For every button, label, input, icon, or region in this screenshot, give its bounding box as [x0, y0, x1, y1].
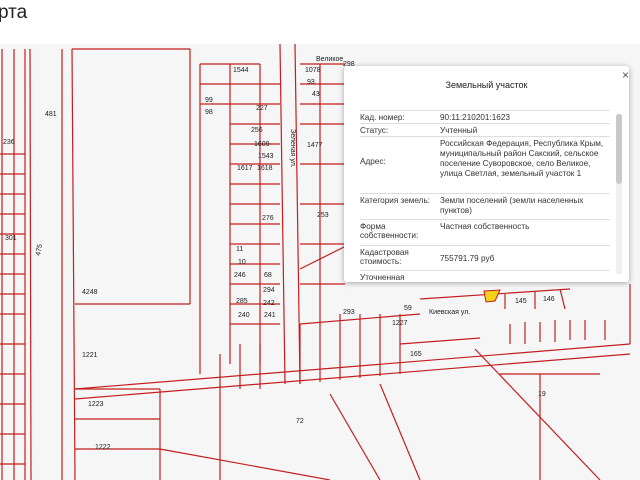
page-header: рта: [0, 0, 640, 44]
row-key: Уточненная: [360, 273, 405, 282]
parcel-label: 294: [263, 287, 275, 294]
parcel-label: 145: [515, 298, 527, 305]
parcel-label: Великое: [316, 56, 343, 63]
parcel-label: 1227: [392, 320, 408, 327]
row-value: 755791.79 руб: [440, 254, 495, 263]
row-key: Форма собственности:: [360, 222, 419, 240]
parcel-label: 99: [205, 97, 213, 104]
parcel-info-popup: Земельный участок × Кад. номер: 90:11:21…: [344, 66, 629, 282]
parcel-label: 1477: [307, 142, 323, 149]
parcel-label: 285: [236, 298, 248, 305]
parcel-label: 240: [238, 312, 250, 319]
parcel-label: 98: [205, 109, 213, 116]
row-status: Статус: Учтенный: [360, 123, 610, 136]
row-land-category: Категория земель: Земли поселений (земли…: [360, 193, 610, 218]
parcel-label: Киевская ул.: [429, 309, 470, 316]
row-cadastral-number: Кад. номер: 90:11:210201:1623: [360, 110, 610, 123]
parcel-label: 11: [236, 246, 243, 253]
row-key: Статус:: [360, 126, 389, 135]
parcel-label: 10: [238, 259, 246, 266]
parcel-label: 59: [404, 305, 412, 312]
parcel-label: 1617: [237, 165, 253, 172]
row-key: Кад. номер:: [360, 113, 405, 122]
parcel-label: 1543: [258, 153, 274, 160]
parcel-label: 256: [251, 127, 263, 134]
parcel-label: 1221: [82, 352, 98, 359]
row-refined: Уточненная: [360, 270, 610, 282]
row-value: Российская Федерация, Республика Крым, м…: [440, 139, 604, 178]
parcel-label: 236: [3, 139, 15, 146]
row-address: Адрес: Российская Федерация, Республика …: [360, 136, 610, 191]
close-icon[interactable]: ×: [622, 68, 629, 82]
parcel-label: 1609: [254, 141, 270, 148]
parcel-label: 43: [312, 91, 320, 98]
parcel-label: 1618: [257, 165, 273, 172]
parcel-label: 146: [543, 296, 555, 303]
popup-title: Земельный участок: [445, 80, 528, 90]
parcel-label: 301: [5, 235, 17, 242]
row-key: Адрес:: [360, 157, 386, 166]
row-key: Категория земель:: [360, 196, 430, 205]
parcel-label: 19: [538, 391, 546, 398]
parcel-label: 242: [263, 300, 275, 307]
parcel-label: Зеленая ул.: [289, 129, 296, 168]
parcel-label: 246: [234, 272, 246, 279]
parcel-label: 253: [317, 212, 329, 219]
parcel-label: 68: [264, 272, 272, 279]
parcel-label: 72: [296, 418, 304, 425]
row-value[interactable]: 90:11:210201:1623: [440, 113, 610, 123]
popup-scrollbar[interactable]: [616, 114, 622, 274]
parcel-label: 481: [45, 111, 57, 118]
parcel-label: 276: [262, 215, 274, 222]
parcel-label: 227: [256, 105, 268, 112]
parcel-label: 165: [410, 351, 422, 358]
row-value: Земли поселений (земли населенных пункто…: [440, 196, 584, 215]
row-ownership: Форма собственности: Частная собственнос…: [360, 219, 610, 244]
page-title: рта: [0, 2, 28, 23]
parcel-label: 293: [343, 309, 355, 316]
row-value: Учтенный: [440, 126, 478, 135]
row-value: Частная собственность: [440, 222, 530, 231]
parcel-label: 93: [307, 79, 315, 86]
scrollbar-thumb[interactable]: [616, 114, 622, 184]
parcel-label: 4248: [82, 289, 98, 296]
parcel-label: 1544: [233, 67, 249, 74]
row-key: Кадастровая стоимость:: [360, 248, 409, 266]
parcel-label: 1222: [95, 444, 111, 451]
row-cadastral-value: Кадастровая стоимость: 755791.79 руб: [360, 245, 610, 270]
parcel-label: 1078: [305, 67, 321, 74]
parcel-label: 241: [264, 312, 276, 319]
parcel-label: 1223: [88, 401, 104, 408]
